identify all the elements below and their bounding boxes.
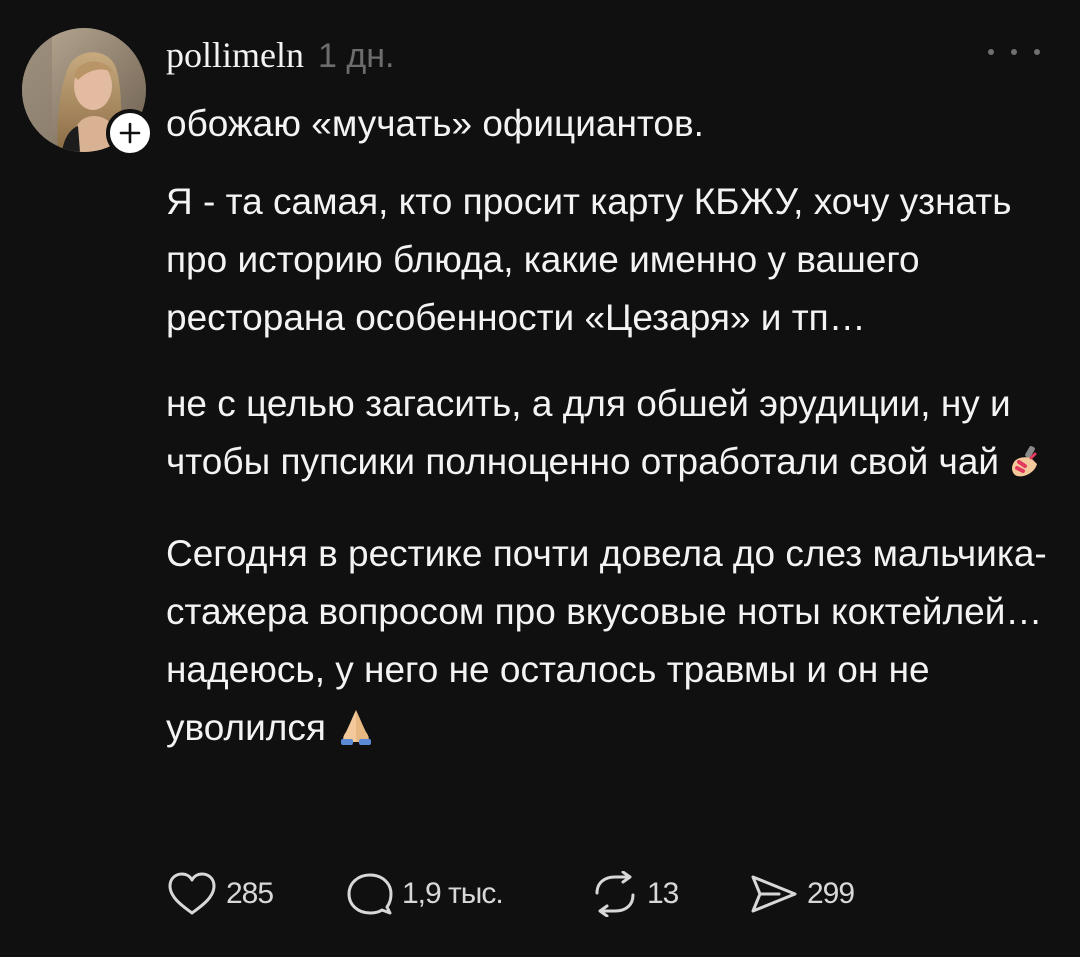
share-count: 299 (807, 877, 855, 910)
follow-button[interactable] (106, 109, 154, 157)
comment-bubble-icon (347, 873, 393, 915)
repost-arrows-icon (595, 871, 635, 917)
post-header: pollimeln 1 дн. (166, 34, 394, 84)
post-body: обожаю «мучать» официантов. Я - та самая… (166, 95, 1056, 791)
heart-icon (168, 872, 216, 915)
post-paragraph: не с целью загасить, а для обшей эрудици… (166, 375, 1056, 497)
repost-count: 13 (647, 877, 679, 910)
nail-polish-emoji (1009, 439, 1043, 497)
reply-button[interactable]: 1,9 тыс. (346, 871, 591, 917)
post-paragraph: Я - та самая, кто просит карту КБЖУ, хоч… (166, 181, 1012, 338)
post-paragraph: Сегодня в рестике почти довела до слез м… (166, 525, 1056, 763)
like-button[interactable]: 285 (166, 871, 346, 917)
repost-button[interactable]: 13 (591, 871, 749, 917)
share-button[interactable]: 299 (749, 871, 855, 917)
username[interactable]: pollimeln (166, 34, 304, 76)
post-lead: обожаю «мучать» официантов. (166, 103, 704, 144)
like-count: 285 (226, 877, 274, 910)
thread-post: pollimeln 1 дн. обожаю «мучать» официант… (0, 0, 1080, 957)
praying-hands-emoji (336, 705, 376, 763)
more-options-icon[interactable] (988, 40, 1040, 64)
send-arrow-icon (751, 875, 797, 913)
action-bar: 285 1,9 тыс. 13 299 (166, 866, 855, 922)
post-time: 1 дн. (318, 37, 395, 75)
reply-count: 1,9 тыс. (402, 877, 504, 910)
plus-icon (119, 122, 141, 144)
